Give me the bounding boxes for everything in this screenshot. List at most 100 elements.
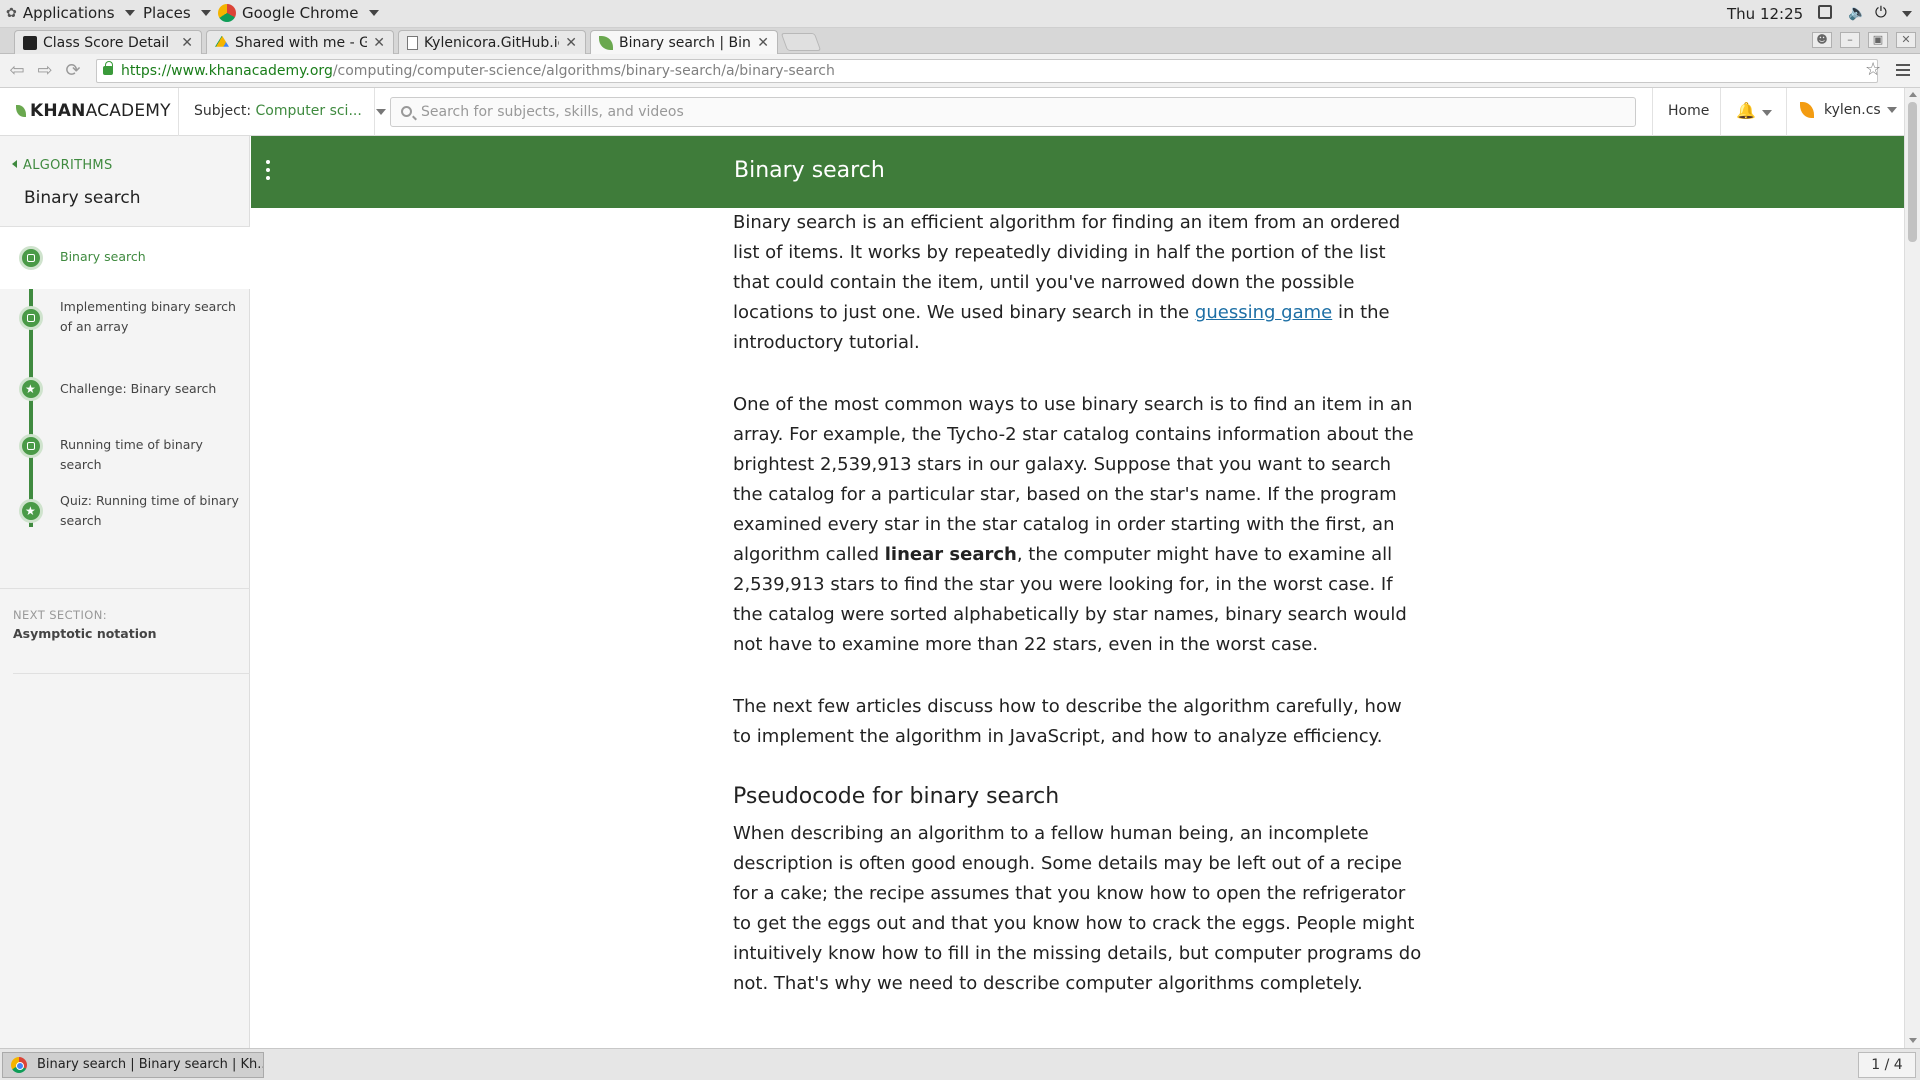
chevron-down-icon[interactable] [1902, 11, 1912, 17]
close-icon[interactable]: ✕ [181, 35, 193, 51]
divider [1786, 88, 1787, 136]
taskbar-window-title: Binary search | Binary search | Kh... [37, 1057, 264, 1072]
sidebar-title: Binary search [24, 188, 141, 208]
scroll-up-icon[interactable] [1909, 92, 1917, 97]
scrollbar[interactable] [1904, 88, 1920, 1048]
next-section-link[interactable]: NEXT SECTION: Asymptotic notation [13, 590, 250, 674]
tab-class-score-detail[interactable]: Class Score Detail ✕ [14, 30, 202, 54]
search-input[interactable]: Search for subjects, skills, and videos [390, 97, 1636, 127]
sidebar-item-label: Running time of binary search [60, 437, 203, 472]
active-app-label: Google Chrome [242, 4, 359, 22]
active-app-menu[interactable]: Google Chrome [218, 4, 379, 22]
article-icon [19, 246, 43, 270]
places-menu[interactable]: Places [143, 4, 211, 22]
gradebook-icon [23, 35, 37, 50]
scroll-down-icon[interactable] [1909, 1038, 1917, 1043]
chevron-down-icon [368, 10, 379, 16]
lesson-list: Binary search Implementing binary search… [0, 226, 250, 589]
user-menu[interactable]: kylen.cs [1800, 102, 1897, 118]
clock[interactable]: Thu 12:25 [1727, 5, 1803, 23]
subject-dropdown[interactable]: Subject: Computer sci... [194, 103, 387, 119]
sidebar-item-implementing-binary-search[interactable]: Implementing binary search of an array [0, 289, 250, 363]
workspace-indicator[interactable]: 1 / 4 [1858, 1052, 1916, 1078]
next-section-label: NEXT SECTION: [13, 608, 107, 622]
guessing-game-link[interactable]: guessing game [1195, 302, 1332, 323]
challenge-star-icon: ★ [19, 377, 43, 401]
close-icon[interactable]: ✕ [565, 35, 577, 51]
toolbar: ⇦ ⇨ ⟳ https://www.khanacademy.org/comput… [0, 54, 1920, 88]
close-icon[interactable]: ✕ [757, 35, 769, 51]
tab-github-io[interactable]: Kylenicora.GitHub.io ✕ [398, 30, 586, 54]
divider [1652, 88, 1653, 136]
volume-icon[interactable]: 🔈 [1848, 3, 1867, 21]
applications-label: Applications [22, 4, 115, 22]
paragraph: Binary search is an efficient algorithm … [733, 208, 1423, 358]
tab-strip: Class Score Detail ✕ Shared with me - Go… [0, 28, 1920, 54]
url-host: https://www.khanacademy.org [121, 63, 333, 79]
places-label: Places [143, 4, 191, 22]
chrome-icon [218, 4, 236, 22]
google-drive-icon [215, 35, 229, 47]
search-icon [401, 106, 412, 117]
sidebar-item-running-time[interactable]: Running time of binary search [0, 421, 250, 483]
maximize-button[interactable]: ▣ [1868, 32, 1888, 48]
chevron-down-icon [1886, 107, 1897, 113]
minimize-button[interactable]: – [1840, 32, 1860, 48]
sidebar-item-quiz[interactable]: ★ Quiz: Running time of binary search [0, 483, 250, 561]
tab-google-drive[interactable]: Shared with me - Go ✕ [206, 30, 394, 54]
notifications-button[interactable]: 🔔 [1736, 101, 1772, 120]
chevron-down-icon [1761, 110, 1772, 116]
sidebar-item-label: Quiz: Running time of binary search [60, 493, 239, 528]
chrome-icon [11, 1057, 27, 1073]
text-run: One of the most common ways to use binar… [733, 394, 1414, 565]
display-icon[interactable] [1818, 5, 1832, 19]
back-to-algorithms-link[interactable]: ALGORITHMS [12, 158, 113, 173]
khan-academy-logo[interactable]: KHANACADEMY [16, 101, 171, 121]
article-header: Binary search [251, 136, 1904, 208]
tab-binary-search[interactable]: Binary search | Binar ✕ [590, 30, 778, 54]
bold-term: linear search [884, 544, 1017, 565]
chrome-menu-icon[interactable] [1896, 64, 1910, 76]
more-options-icon[interactable] [266, 160, 272, 184]
tab-title: Kylenicora.GitHub.io [424, 34, 560, 51]
bottom-taskbar: Binary search | Binary search | Kh... 1 … [0, 1048, 1920, 1080]
taskbar-window-button[interactable]: Binary search | Binary search | Kh... [2, 1052, 264, 1078]
close-icon[interactable]: ✕ [373, 35, 385, 51]
url-path: /computing/computer-science/algorithms/b… [332, 63, 835, 79]
home-link[interactable]: Home [1668, 103, 1709, 119]
paragraph: One of the most common ways to use binar… [733, 390, 1423, 660]
back-label: ALGORITHMS [23, 158, 113, 173]
chevron-down-icon [124, 10, 135, 16]
close-window-button[interactable]: ✕ [1896, 32, 1916, 48]
tab-title: Shared with me - Go [235, 34, 368, 51]
section-heading: Pseudocode for binary search [733, 784, 1060, 809]
lock-icon [103, 61, 113, 75]
divider [374, 88, 375, 136]
applications-menu[interactable]: ✿ Applications [6, 4, 135, 22]
scroll-thumb[interactable] [1908, 102, 1917, 242]
divider [1720, 88, 1721, 136]
divider [178, 88, 179, 136]
power-icon[interactable]: ⏻ [1875, 3, 1887, 21]
logo-text-light: ACADEMY [85, 101, 171, 121]
sidebar-item-label: Binary search [60, 249, 146, 264]
tab-title: Class Score Detail [43, 34, 170, 51]
profile-button[interactable]: ☻ [1812, 32, 1832, 48]
page-icon [407, 35, 418, 50]
article-icon [19, 434, 43, 458]
forward-icon[interactable]: ⇨ [34, 61, 56, 81]
article-title: Binary search [734, 158, 885, 183]
chevron-down-icon [376, 109, 387, 115]
sidebar-item-label: Challenge: Binary search [60, 381, 217, 396]
sidebar-item-challenge[interactable]: ★ Challenge: Binary search [0, 363, 250, 421]
paragraph: When describing an algorithm to a fellow… [733, 823, 1422, 994]
reload-icon[interactable]: ⟳ [62, 61, 84, 81]
address-bar[interactable]: https://www.khanacademy.org/computing/co… [96, 59, 1878, 83]
site-header: KHANACADEMY Subject: Computer sci... Sea… [0, 88, 1904, 136]
sidebar-item-binary-search[interactable]: Binary search [0, 227, 250, 289]
bell-icon: 🔔 [1736, 101, 1756, 120]
back-icon[interactable]: ⇦ [6, 61, 28, 81]
bookmark-star-icon[interactable]: ☆ [1865, 59, 1881, 80]
khan-leaf-icon [16, 105, 26, 117]
new-tab-button[interactable] [780, 33, 822, 51]
